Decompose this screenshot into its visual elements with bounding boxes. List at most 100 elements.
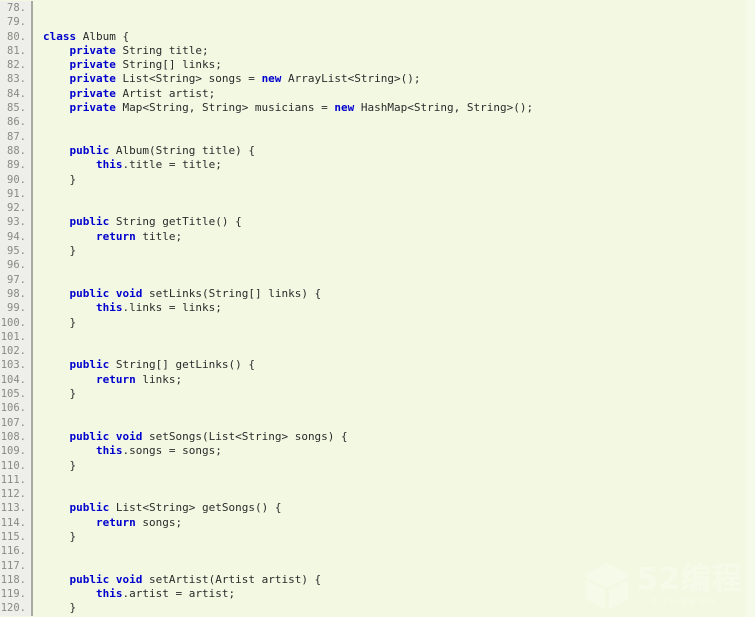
code-line[interactable]: 100. }	[0, 315, 755, 330]
line-number: 88.	[0, 143, 31, 159]
code-token: setSongs(List<String> songs) {	[142, 429, 348, 443]
code-line[interactable]: 101.	[0, 329, 755, 345]
code-token: }	[43, 244, 77, 258]
code-line[interactable]: 103. public String[] getLinks() {	[0, 358, 755, 373]
code-token: setLinks(String[] links) {	[142, 286, 322, 300]
code-token: title;	[135, 229, 183, 243]
code-line[interactable]: 120. }	[0, 601, 755, 616]
keyword-token: return	[95, 515, 136, 529]
line-code: public void setSongs(List<String> songs)…	[37, 430, 755, 444]
code-line[interactable]: 99. this.links = links;	[0, 301, 755, 316]
line-number: 92.	[0, 201, 31, 216]
code-line[interactable]: 114. return songs;	[0, 515, 755, 530]
code-line[interactable]: 109. this.songs = songs;	[0, 444, 755, 459]
keyword-token: this	[95, 158, 123, 172]
code-line[interactable]: 91.	[0, 186, 755, 202]
code-token: .title = title;	[122, 158, 222, 172]
code-line[interactable]: 104. return links;	[0, 372, 755, 388]
code-line[interactable]: 106.	[0, 401, 755, 416]
code-line[interactable]: 87.	[0, 129, 755, 144]
code-listing: 78. 79. 80. class Album {81. private String…	[0, 0, 755, 616]
code-line[interactable]: 119. this.artist = artist;	[0, 587, 755, 602]
code-line[interactable]: 112.	[0, 487, 755, 502]
line-number: 116.	[0, 544, 31, 559]
code-line[interactable]: 90. }	[0, 172, 755, 187]
code-line[interactable]: 78.	[0, 1, 755, 16]
code-line[interactable]: 81. private String title;	[0, 43, 755, 59]
keyword-token: this	[95, 587, 123, 601]
code-token: .artist = artist;	[122, 587, 236, 601]
line-code: this.songs = songs;	[37, 444, 755, 458]
code-line[interactable]: 113. public List<String> getSongs() {	[0, 501, 755, 516]
line-number: 85.	[0, 101, 31, 116]
code-line[interactable]: 82. private String[] links;	[0, 58, 755, 73]
code-line[interactable]: 79.	[0, 15, 755, 30]
code-line[interactable]: 118. public void setArtist(Artist artist…	[0, 572, 755, 588]
code-line[interactable]: 93. public String getTitle() {	[0, 215, 755, 230]
code-token: }	[43, 315, 77, 329]
code-token: ArrayList<String>();	[281, 72, 421, 86]
code-line[interactable]: 117.	[0, 558, 755, 573]
line-number: 99.	[0, 301, 31, 316]
line-number: 108.	[0, 429, 31, 445]
line-code: public Album(String title) {	[37, 144, 755, 158]
code-line[interactable]: 105. }	[0, 387, 755, 402]
code-line[interactable]: 94. return title;	[0, 229, 755, 245]
line-code: }	[37, 173, 755, 187]
code-line[interactable]: 110. }	[0, 458, 755, 473]
code-line[interactable]: 97.	[0, 272, 755, 287]
code-line[interactable]: 108. public void setSongs(List<String> s…	[0, 429, 755, 445]
code-line[interactable]: 96.	[0, 258, 755, 273]
code-line[interactable]: 95. }	[0, 244, 755, 259]
keyword-token: public	[69, 215, 110, 229]
code-token: Map<String, String> musicians =	[115, 101, 335, 115]
code-token: String[] links;	[115, 58, 222, 72]
code-line[interactable]: 85. private Map<String, String> musician…	[0, 101, 755, 116]
code-token: }	[43, 387, 77, 401]
code-line[interactable]: 84. private Artist artist;	[0, 86, 755, 102]
code-line[interactable]: 107.	[0, 415, 755, 430]
code-line[interactable]: 80. class Album {	[0, 29, 755, 44]
keyword-token: private	[69, 101, 116, 115]
line-number: 107.	[0, 415, 31, 430]
code-line[interactable]: 102.	[0, 344, 755, 359]
code-line[interactable]: 115. }	[0, 529, 755, 545]
line-number: 109.	[0, 444, 31, 459]
code-line[interactable]: 86.	[0, 115, 755, 130]
code-line[interactable]: 111.	[0, 472, 755, 488]
code-line[interactable]: 89. this.title = title;	[0, 158, 755, 173]
code-token: songs;	[135, 515, 183, 529]
line-code: }	[37, 530, 755, 544]
keyword-token: this	[95, 301, 123, 315]
code-line[interactable]: 83. private List<String> songs = new Arr…	[0, 72, 755, 87]
code-token: Artist artist;	[115, 86, 216, 100]
line-number: 80.	[0, 29, 31, 44]
code-line[interactable]: 92.	[0, 201, 755, 216]
code-line[interactable]: 116.	[0, 544, 755, 559]
code-line[interactable]: 98. public void setLinks(String[] links)…	[0, 286, 755, 302]
code-line[interactable]: 88. public Album(String title) {	[0, 143, 755, 159]
line-number: 96.	[0, 258, 31, 273]
code-token: }	[43, 458, 77, 472]
line-number: 115.	[0, 529, 31, 545]
code-token: List<String> songs =	[115, 72, 262, 86]
